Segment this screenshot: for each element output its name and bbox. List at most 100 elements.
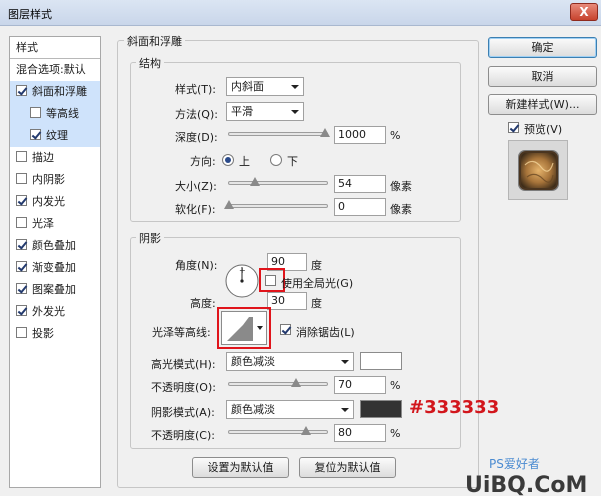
technique-select[interactable]: 平滑 bbox=[226, 102, 304, 121]
preview-label: 预览(V) bbox=[524, 123, 563, 136]
svg-text:UiBQ.CoM: UiBQ.CoM bbox=[465, 473, 587, 496]
style-checkbox[interactable] bbox=[16, 327, 27, 338]
style-checkbox[interactable] bbox=[16, 283, 27, 294]
shading-title: 阴影 bbox=[136, 230, 164, 246]
highlight-box-contour bbox=[217, 307, 271, 349]
bevel-section-title: 斜面和浮雕 bbox=[124, 33, 185, 49]
highlight-opacity-thumb[interactable] bbox=[291, 378, 302, 387]
shadow-opacity-input[interactable]: 80 bbox=[334, 424, 386, 442]
highlight-opacity-input[interactable]: 70 bbox=[334, 376, 386, 394]
style-list-item[interactable]: 外发光 bbox=[10, 301, 100, 323]
style-list-item-label: 斜面和浮雕 bbox=[32, 85, 87, 98]
size-input[interactable]: 54 bbox=[334, 175, 386, 193]
style-checkbox[interactable] bbox=[16, 217, 27, 228]
site-logo-watermark: PS爱好者 UiBQ.CoM bbox=[455, 450, 601, 496]
soften-slider[interactable] bbox=[228, 204, 328, 208]
reset-default-button[interactable]: 复位为默认值 bbox=[299, 457, 396, 478]
soften-label: 软化(F): bbox=[175, 203, 216, 216]
new-style-button[interactable]: 新建样式(W)... bbox=[488, 94, 597, 115]
preview-thumbnail bbox=[508, 140, 568, 200]
direction-up-radio[interactable] bbox=[222, 154, 234, 166]
style-list-item[interactable]: 内阴影 bbox=[10, 169, 100, 191]
depth-input[interactable]: 1000 bbox=[334, 126, 386, 144]
style-list-item-label: 内阴影 bbox=[32, 173, 65, 186]
highlight-opacity-slider[interactable] bbox=[228, 382, 328, 386]
depth-unit: % bbox=[390, 129, 401, 142]
chevron-down-icon bbox=[341, 408, 349, 412]
style-checkbox[interactable] bbox=[16, 195, 27, 206]
style-list-item[interactable]: 纹理 bbox=[10, 125, 100, 147]
style-list-item[interactable]: 渐变叠加 bbox=[10, 257, 100, 279]
direction-label: 方向: bbox=[190, 155, 216, 168]
style-checkbox[interactable] bbox=[16, 85, 27, 96]
highlight-mode-label: 高光模式(H): bbox=[151, 358, 216, 371]
style-checkbox[interactable] bbox=[16, 305, 27, 316]
angle-dial[interactable]: + bbox=[223, 262, 263, 302]
style-list-header[interactable]: 样式 bbox=[10, 37, 100, 59]
highlight-opacity-unit: % bbox=[390, 379, 401, 392]
soften-input[interactable]: 0 bbox=[334, 198, 386, 216]
antialias-checkbox[interactable] bbox=[280, 324, 291, 335]
style-list-item-label: 图案叠加 bbox=[32, 283, 76, 296]
global-light-label: 使用全局光(G) bbox=[281, 277, 354, 290]
soften-slider-thumb[interactable] bbox=[224, 200, 234, 209]
depth-label: 深度(D): bbox=[175, 131, 218, 144]
style-list-item-label: 纹理 bbox=[46, 129, 68, 142]
style-list-item[interactable]: 斜面和浮雕 bbox=[10, 81, 100, 103]
highlight-mode-select[interactable]: 颜色减淡 bbox=[226, 352, 354, 371]
style-checkbox[interactable] bbox=[16, 173, 27, 184]
soften-unit: 像素 bbox=[390, 203, 412, 216]
size-slider-thumb[interactable] bbox=[249, 177, 260, 186]
style-list-item[interactable]: 混合选项:默认 bbox=[10, 59, 100, 81]
shadow-color-swatch[interactable] bbox=[360, 400, 402, 418]
style-list-item[interactable]: 图案叠加 bbox=[10, 279, 100, 301]
style-list-item[interactable]: 描边 bbox=[10, 147, 100, 169]
shadow-opacity-label: 不透明度(C): bbox=[151, 429, 215, 442]
style-list: 样式 混合选项:默认斜面和浮雕等高线纹理描边内阴影内发光光泽颜色叠加渐变叠加图案… bbox=[9, 36, 101, 488]
preview-checkbox[interactable] bbox=[508, 122, 519, 133]
style-select-value: 内斜面 bbox=[231, 80, 264, 93]
style-checkbox[interactable] bbox=[16, 261, 27, 272]
style-checkbox[interactable] bbox=[30, 107, 41, 118]
style-label: 样式(T): bbox=[175, 83, 217, 96]
direction-down-radio[interactable] bbox=[270, 154, 282, 166]
shadow-color-annotation: #333333 bbox=[409, 397, 500, 418]
style-list-item[interactable]: 投影 bbox=[10, 323, 100, 345]
altitude-input[interactable]: 30 bbox=[267, 292, 307, 310]
window-title: 图层样式 bbox=[8, 8, 52, 21]
style-select[interactable]: 内斜面 bbox=[226, 77, 304, 96]
preview-swatch-icon bbox=[518, 150, 559, 191]
chevron-down-icon bbox=[341, 360, 349, 364]
cancel-button[interactable]: 取消 bbox=[488, 66, 597, 87]
shadow-mode-select[interactable]: 颜色减淡 bbox=[226, 400, 354, 419]
direction-down-label: 下 bbox=[287, 155, 298, 168]
shadow-opacity-thumb[interactable] bbox=[300, 426, 311, 435]
depth-slider[interactable] bbox=[228, 132, 328, 136]
depth-slider-thumb[interactable] bbox=[320, 128, 330, 137]
altitude-label: 高度: bbox=[190, 297, 216, 310]
close-button[interactable]: X bbox=[570, 3, 598, 21]
style-list-item[interactable]: 等高线 bbox=[10, 103, 100, 125]
style-checkbox[interactable] bbox=[16, 239, 27, 250]
highlight-mode-value: 颜色减淡 bbox=[231, 355, 275, 368]
shadow-opacity-unit: % bbox=[390, 427, 401, 440]
style-checkbox[interactable] bbox=[30, 129, 41, 140]
shadow-opacity-slider[interactable] bbox=[228, 430, 328, 434]
style-list-item-label: 渐变叠加 bbox=[32, 261, 76, 274]
gloss-contour-label: 光泽等高线: bbox=[152, 326, 211, 339]
size-slider[interactable] bbox=[228, 181, 328, 185]
style-list-item[interactable]: 光泽 bbox=[10, 213, 100, 235]
shadow-mode-label: 阴影模式(A): bbox=[151, 406, 215, 419]
style-checkbox[interactable] bbox=[16, 151, 27, 162]
highlight-color-swatch[interactable] bbox=[360, 352, 402, 370]
antialias-label: 消除锯齿(L) bbox=[296, 326, 355, 339]
style-list-item[interactable]: 内发光 bbox=[10, 191, 100, 213]
crosshair-icon: + bbox=[239, 266, 246, 275]
highlight-opacity-label: 不透明度(O): bbox=[151, 381, 216, 394]
shadow-mode-value: 颜色减淡 bbox=[231, 403, 275, 416]
make-default-button[interactable]: 设置为默认值 bbox=[192, 457, 289, 478]
structure-title: 结构 bbox=[136, 55, 164, 71]
style-list-item-label: 光泽 bbox=[32, 217, 54, 230]
ok-button[interactable]: 确定 bbox=[488, 37, 597, 58]
style-list-item[interactable]: 颜色叠加 bbox=[10, 235, 100, 257]
